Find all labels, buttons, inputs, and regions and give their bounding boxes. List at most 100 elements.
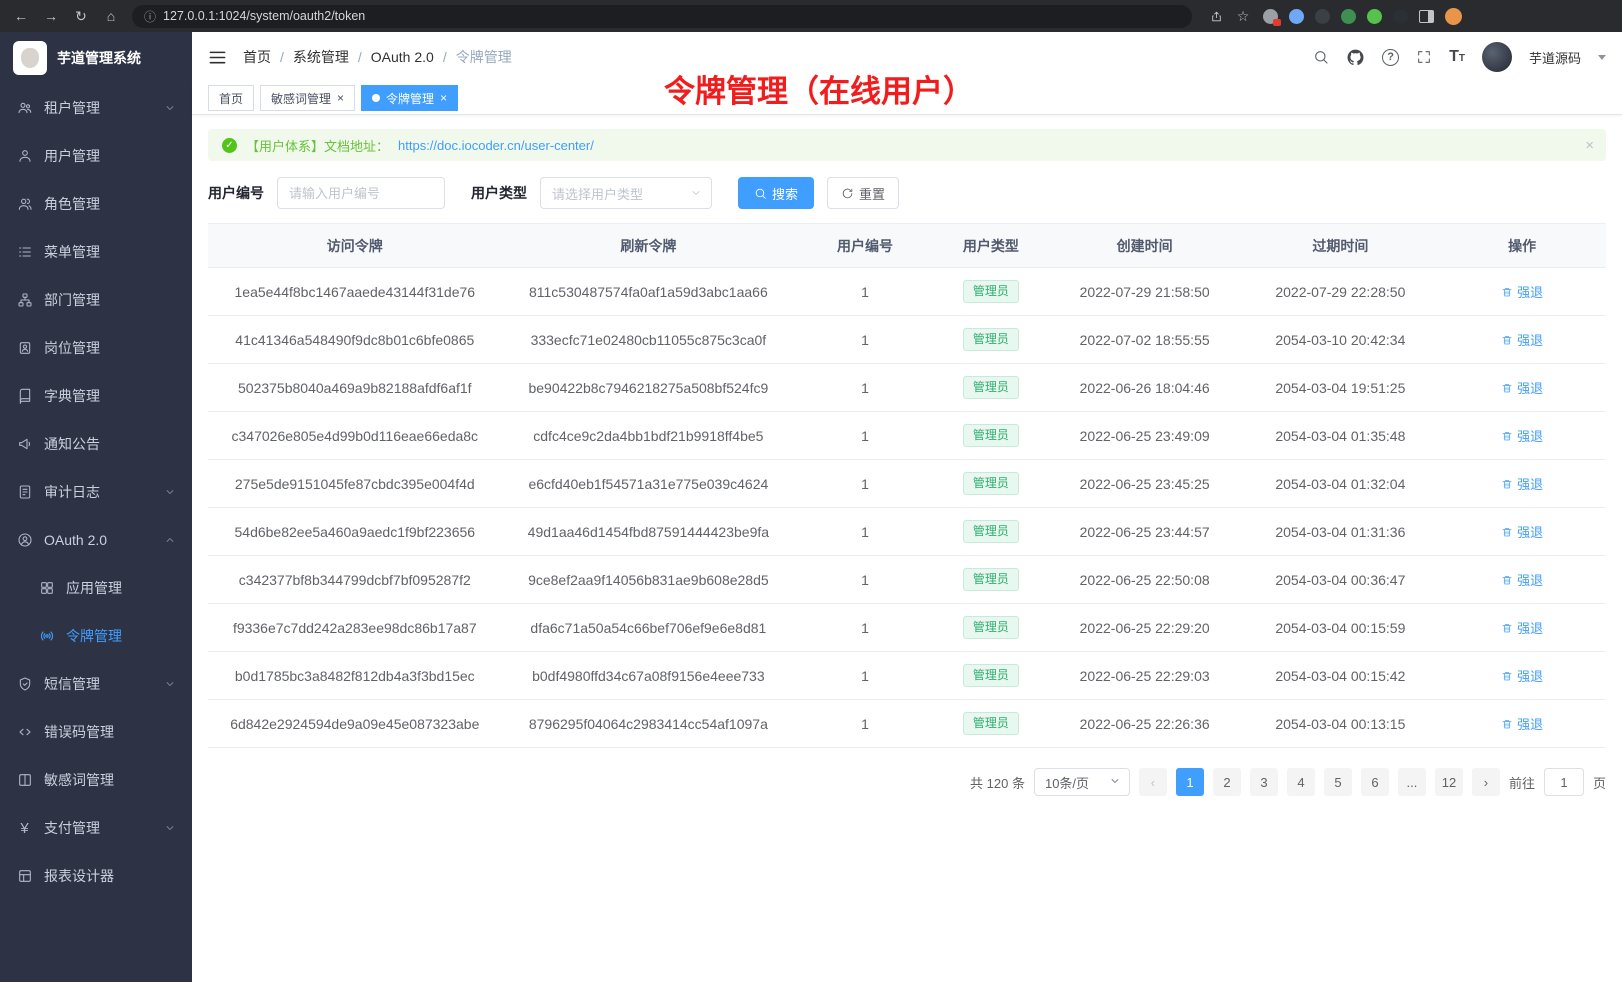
alert-close-icon[interactable]: ×: [1585, 137, 1594, 154]
sidebar-item-sensitive[interactable]: 敏感词管理: [0, 756, 192, 804]
sidebar-item-user[interactable]: 用户管理: [0, 132, 192, 180]
back-icon[interactable]: ←: [12, 8, 30, 24]
force-logout-button[interactable]: 强退: [1501, 522, 1543, 541]
user-type-tag: 管理员: [963, 424, 1019, 446]
page-button[interactable]: 6: [1361, 768, 1389, 796]
page-button[interactable]: 2: [1213, 768, 1241, 796]
username[interactable]: 芋道源码: [1529, 48, 1581, 67]
share-icon[interactable]: [1210, 10, 1223, 23]
extensions-puzzle-icon[interactable]: [1367, 9, 1382, 24]
prev-page-button[interactable]: ‹: [1139, 768, 1167, 796]
created-cell: 2022-06-25 22:50:08: [1047, 556, 1243, 604]
tab-label: 令牌管理: [386, 90, 434, 107]
sidebar-item-oauth[interactable]: OAuth 2.0: [0, 516, 192, 564]
tab-sensitive-words[interactable]: 敏感词管理 ×: [260, 85, 355, 111]
extension-icon[interactable]: [1289, 9, 1304, 24]
force-logout-button[interactable]: 强退: [1501, 378, 1543, 397]
sidebar-item-dept[interactable]: 部门管理: [0, 276, 192, 324]
app-logo[interactable]: 芋道管理系统: [0, 32, 192, 84]
user-type-tag: 管理员: [963, 712, 1019, 734]
sidebar-item-post[interactable]: 岗位管理: [0, 324, 192, 372]
user-type-cell: 管理员: [935, 364, 1047, 412]
page-button[interactable]: 4: [1287, 768, 1315, 796]
force-logout-button[interactable]: 强退: [1501, 426, 1543, 445]
force-logout-button[interactable]: 强退: [1501, 570, 1543, 589]
site-info-icon[interactable]: ⓘ: [144, 8, 156, 25]
sidebar-item-label: 租户管理: [44, 98, 100, 118]
breadcrumb-item[interactable]: 首页: [243, 47, 271, 67]
close-icon[interactable]: ×: [440, 92, 447, 104]
user-type-tag: 管理员: [963, 568, 1019, 590]
user-id-cell: 1: [795, 508, 935, 556]
yen-icon: ¥: [16, 820, 33, 837]
header-actions: TT 芋道源码: [1313, 42, 1606, 72]
sidebar-item-pay[interactable]: ¥ 支付管理: [0, 804, 192, 852]
sidebar-fold-icon[interactable]: [208, 48, 227, 67]
next-page-button[interactable]: ›: [1472, 768, 1500, 796]
extension-icon[interactable]: [1393, 9, 1408, 24]
sidebar-item-audit[interactable]: 审计日志: [0, 468, 192, 516]
user-menu-caret-icon[interactable]: [1598, 55, 1606, 60]
access-token-cell: 1ea5e44f8bc1467aaede43144f31de76: [208, 268, 502, 316]
chevron-down-icon: [164, 486, 176, 498]
forward-icon[interactable]: →: [42, 8, 60, 24]
force-logout-button[interactable]: 强退: [1501, 618, 1543, 637]
close-icon[interactable]: ×: [337, 92, 344, 104]
profile-avatar-icon[interactable]: [1445, 8, 1462, 25]
force-logout-button[interactable]: 强退: [1501, 282, 1543, 301]
force-logout-label: 强退: [1517, 282, 1543, 301]
sidebar-item-notice[interactable]: 通知公告: [0, 420, 192, 468]
force-logout-button[interactable]: 强退: [1501, 666, 1543, 685]
sidebar-item-label: 用户管理: [44, 146, 100, 166]
reload-icon[interactable]: ↻: [72, 8, 90, 25]
help-icon[interactable]: [1382, 49, 1399, 66]
page-button[interactable]: 5: [1324, 768, 1352, 796]
extension-icon[interactable]: [1315, 9, 1330, 24]
user-type-select[interactable]: 请选择用户类型: [540, 177, 712, 209]
force-logout-button[interactable]: 强退: [1501, 474, 1543, 493]
page-button[interactable]: 3: [1250, 768, 1278, 796]
extension-icon[interactable]: [1341, 9, 1356, 24]
sms-shield-icon: [16, 676, 33, 693]
sidebar-item-errcode[interactable]: 错误码管理: [0, 708, 192, 756]
sidebar-item-tenant[interactable]: 租户管理: [0, 84, 192, 132]
user-id-input[interactable]: [277, 177, 445, 209]
font-size-icon[interactable]: TT: [1449, 48, 1465, 66]
search-icon[interactable]: [1313, 49, 1329, 65]
user-avatar[interactable]: [1482, 42, 1512, 72]
bookmark-star-icon[interactable]: ☆: [1234, 8, 1252, 25]
page-ellipsis-button[interactable]: ...: [1398, 768, 1426, 796]
user-id-cell: 1: [795, 556, 935, 604]
address-bar[interactable]: ⓘ 127.0.0.1:1024/system/oauth2/token: [132, 5, 1192, 28]
expires-cell: 2054-03-04 00:36:47: [1243, 556, 1439, 604]
sidebar-item-dict[interactable]: 字典管理: [0, 372, 192, 420]
force-logout-button[interactable]: 强退: [1501, 330, 1543, 349]
tab-home[interactable]: 首页: [208, 85, 254, 111]
sidebar-item-token[interactable]: 令牌管理: [0, 612, 192, 660]
page-button[interactable]: 1: [1176, 768, 1204, 796]
sidebar-item-role[interactable]: 角色管理: [0, 180, 192, 228]
sidebar-item-menu[interactable]: 菜单管理: [0, 228, 192, 276]
search-button[interactable]: 搜索: [738, 177, 814, 209]
github-icon[interactable]: [1346, 48, 1365, 67]
reset-button[interactable]: 重置: [827, 177, 899, 209]
fullscreen-icon[interactable]: [1416, 49, 1432, 65]
sidebar-item-sms[interactable]: 短信管理: [0, 660, 192, 708]
sidebar-item-app[interactable]: 应用管理: [0, 564, 192, 612]
extension-icon[interactable]: [1263, 9, 1278, 24]
goto-page-input[interactable]: [1544, 768, 1584, 796]
table-row: 275e5de9151045fe87cbdc395e004f4d e6cfd40…: [208, 460, 1606, 508]
side-panel-icon[interactable]: [1419, 10, 1434, 23]
sidebar-item-report[interactable]: 报表设计器: [0, 852, 192, 900]
breadcrumb-item[interactable]: 系统管理: [293, 47, 349, 67]
tab-token-management[interactable]: 令牌管理 ×: [361, 85, 458, 111]
force-logout-button[interactable]: 强退: [1501, 714, 1543, 733]
breadcrumb-item[interactable]: OAuth 2.0: [371, 49, 434, 65]
trash-icon: [1501, 430, 1513, 442]
doc-link[interactable]: https://doc.iocoder.cn/user-center/: [398, 138, 594, 153]
page-button[interactable]: 12: [1435, 768, 1463, 796]
home-icon[interactable]: ⌂: [102, 8, 120, 24]
page-size-select[interactable]: 10条/页: [1034, 768, 1130, 796]
created-cell: 2022-06-25 23:49:09: [1047, 412, 1243, 460]
expires-cell: 2054-03-04 01:32:04: [1243, 460, 1439, 508]
